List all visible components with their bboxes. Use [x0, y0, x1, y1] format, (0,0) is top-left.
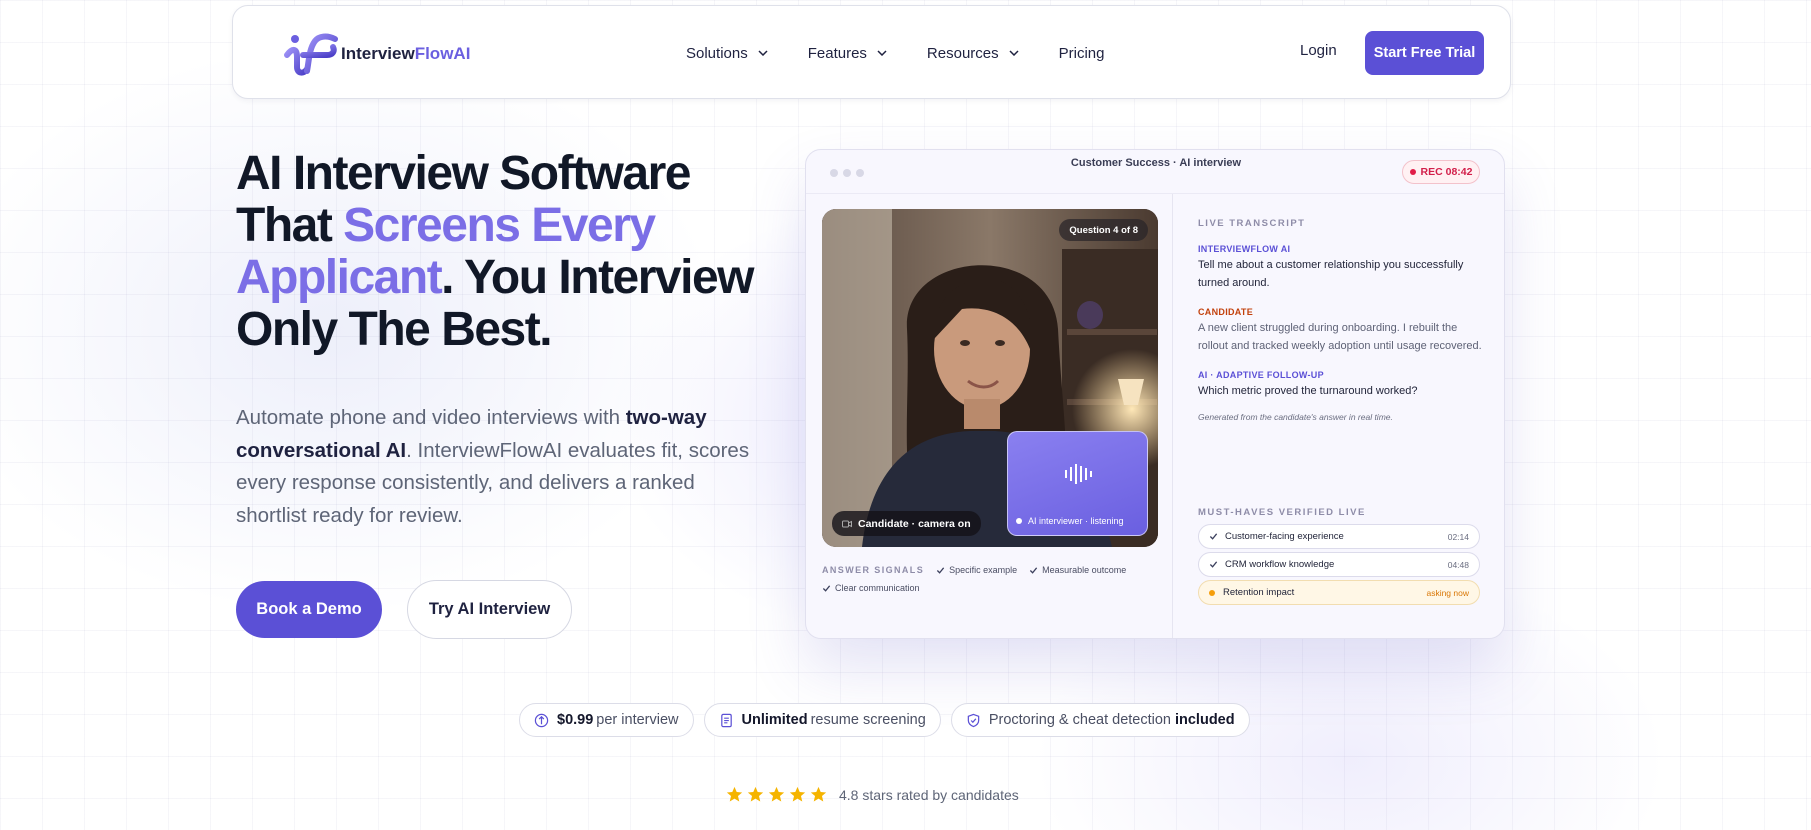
transcript-text: Tell me about a customer relationship yo…: [1198, 259, 1464, 289]
record-dot-icon: [1409, 169, 1416, 175]
hero-subtitle: Automate phone and video interviews with…: [236, 402, 766, 532]
pill-proctoring: Proctoring & cheat detection included: [950, 703, 1250, 737]
star-rating: [726, 786, 827, 803]
login-link[interactable]: Login: [1300, 42, 1337, 59]
check-icon: [1030, 566, 1038, 574]
feature-pills: $0.99 per interview Unlimited resume scree…: [519, 703, 1250, 737]
star-icon: [726, 786, 743, 802]
star-icon: [810, 786, 827, 802]
must-have-label: Retention impact: [1223, 587, 1295, 598]
chevron-down-icon: [758, 50, 768, 56]
must-have-item-active: Retention impact asking now: [1198, 580, 1480, 605]
camera-status-pill: Candidate · camera on: [832, 511, 981, 536]
rec-label: REC 08:42: [1420, 166, 1473, 178]
hero-title-rest: . You Interview: [441, 251, 754, 304]
star-icon: [768, 786, 785, 802]
transcript-text: A new client struggled during onboarding…: [1198, 322, 1482, 352]
camera-status-label: Candidate · camera on: [858, 517, 971, 530]
hero-sub-text: Automate phone and video interviews with: [236, 406, 626, 429]
transcript-label: LIVE TRANSCRIPT: [1198, 218, 1306, 229]
nav-item-resources[interactable]: Resources: [927, 45, 1019, 62]
signals-label: ANSWER SIGNALS: [822, 565, 925, 575]
musts-label: MUST-HAVES VERIFIED LIVE: [1198, 507, 1366, 518]
candidate-rating: 4.8 stars rated by candidates: [726, 786, 1019, 803]
ai-status: AI interviewer · listening: [1016, 516, 1124, 526]
signal-item: Clear communication: [822, 583, 920, 593]
shield-check-icon: [967, 713, 980, 727]
must-have-item: CRM workflow knowledge 04:48: [1198, 552, 1480, 577]
ai-interviewer-tile: AI interviewer · listening: [1007, 431, 1148, 536]
hero-title-highlight: Screens Every: [343, 199, 656, 252]
mockup-title: Customer Success · AI interview: [1070, 157, 1242, 169]
top-navbar: InterviewFlowAI Solutions Features Resou…: [232, 5, 1511, 99]
must-haves-panel: MUST-HAVES VERIFIED LIVE Customer-facing…: [1198, 507, 1480, 608]
dollar-circle-icon: [534, 713, 549, 727]
chevron-down-icon: [1009, 50, 1019, 56]
hero-title-line: Only The Best.: [236, 303, 553, 356]
ai-status-label: AI interviewer · listening: [1028, 516, 1124, 526]
nav-item-label: Features: [807, 44, 867, 62]
check-icon: [822, 584, 831, 592]
pending-dot-icon: [1209, 589, 1215, 596]
chevron-down-icon: [877, 50, 887, 56]
rating-text: 4.8 stars rated by candidates: [839, 786, 1019, 803]
transcript-speaker: INTERVIEWFLOW AI: [1198, 244, 1291, 254]
candidate-video: Question 4 of 8 Candidate · camera on AI…: [822, 209, 1158, 547]
pill-text: Proctoring & cheat detection: [988, 712, 1171, 728]
pill-bold: $0.99: [557, 712, 594, 728]
nav-item-label: Pricing: [1058, 44, 1105, 62]
logo-text: InterviewFlowAI: [341, 44, 471, 63]
nav-item-pricing[interactable]: Pricing: [1059, 45, 1105, 62]
must-have-label: CRM workflow knowledge: [1225, 559, 1335, 570]
signal-item: Specific example: [936, 565, 1017, 575]
document-icon: [720, 713, 732, 727]
answer-signals: ANSWER SIGNALS Specific example Measurab…: [822, 565, 1152, 593]
transcript-text: Which metric proved the turnaround worke…: [1198, 385, 1418, 397]
check-icon: [937, 566, 945, 574]
nav-links: Solutions Features Resources Pricing: [686, 6, 1144, 100]
pill-resume: Unlimited resume screening: [703, 703, 941, 737]
camera-icon: [842, 520, 852, 527]
mockup-header: Customer Success · AI interview REC 08:4…: [806, 150, 1504, 194]
window-dots: [830, 169, 864, 177]
nav-item-features[interactable]: Features: [808, 45, 887, 62]
star-icon: [789, 786, 806, 802]
interview-mockup-card: Customer Success · AI interview REC 08:4…: [805, 149, 1505, 639]
panel-divider: [1172, 194, 1173, 638]
transcript-note: Generated from the candidate's answer in…: [1198, 412, 1393, 422]
pill-text: resume screening: [810, 712, 926, 728]
rec-badge: REC 08:42: [1402, 160, 1480, 184]
live-transcript: LIVE TRANSCRIPT INTERVIEWFLOW AI Tell me…: [1198, 218, 1488, 422]
try-ai-interview-button[interactable]: Try AI Interview: [407, 580, 572, 639]
pill-bold: Unlimited: [741, 712, 808, 728]
logo[interactable]: InterviewFlowAI: [283, 31, 470, 77]
must-have-time: 04:48: [1447, 559, 1469, 570]
check-icon: [1209, 561, 1218, 568]
signal-item: Measurable outcome: [1029, 565, 1126, 575]
transcript-speaker: CANDIDATE: [1198, 307, 1254, 317]
book-demo-button[interactable]: Book a Demo: [236, 581, 382, 638]
nav-item-label: Solutions: [686, 44, 748, 62]
pill-price: $0.99 per interview: [519, 703, 694, 737]
pill-text: per interview: [596, 712, 679, 728]
must-have-label: Customer-facing experience: [1225, 531, 1344, 542]
audio-wave-icon: [1065, 464, 1092, 484]
hero-title: AI Interview Software That Screens Every…: [236, 148, 776, 356]
hero-title-highlight: Applicant: [236, 251, 443, 304]
hero-title-that: That: [236, 199, 344, 252]
status-dot-icon: [1016, 518, 1022, 524]
must-have-time: 02:14: [1447, 531, 1469, 542]
hero-title-line: AI Interview Software: [236, 147, 691, 200]
transcript-speaker: AI · ADAPTIVE FOLLOW-UP: [1198, 370, 1324, 380]
must-have-item: Customer-facing experience 02:14: [1198, 524, 1480, 549]
nav-item-solutions[interactable]: Solutions: [686, 45, 768, 62]
pill-bold: included: [1174, 712, 1235, 728]
check-icon: [1209, 533, 1218, 540]
nav-item-label: Resources: [926, 44, 999, 62]
question-badge: Question 4 of 8: [1059, 219, 1148, 241]
start-free-trial-button[interactable]: Start Free Trial: [1365, 31, 1484, 75]
logo-mark-icon: [284, 33, 338, 76]
must-have-status: asking now: [1426, 587, 1469, 598]
star-icon: [747, 786, 764, 802]
